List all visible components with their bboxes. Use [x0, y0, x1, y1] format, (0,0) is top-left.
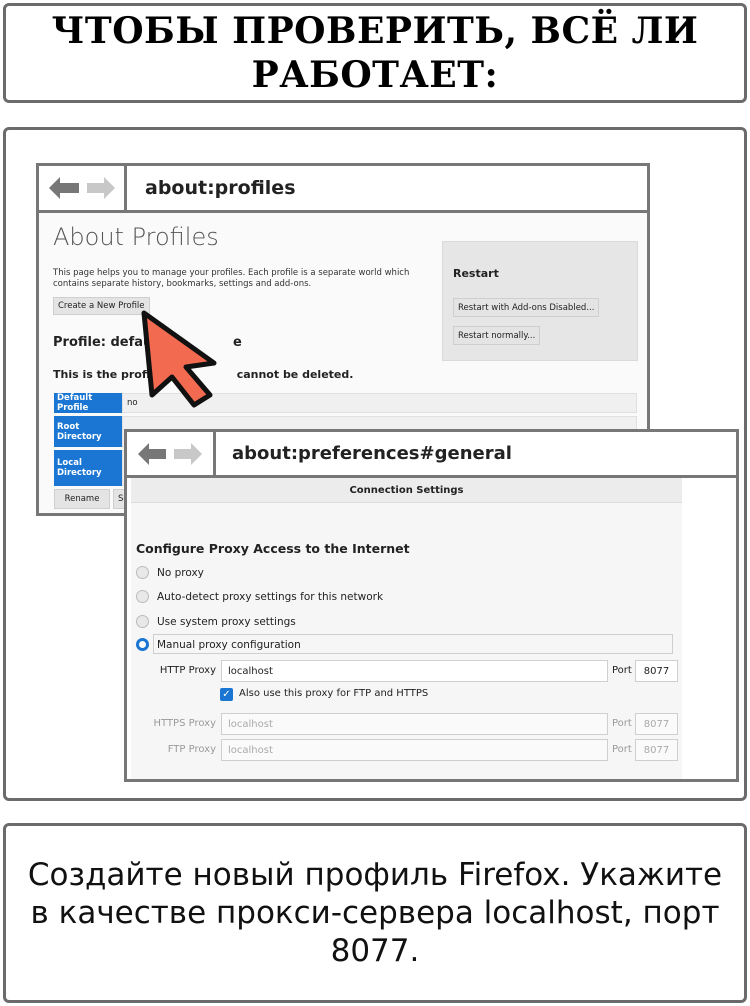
dialog-title: Connection Settings	[131, 478, 682, 503]
back-arrow-icon[interactable]	[138, 442, 168, 465]
profiles-toolbar: about:profiles	[39, 166, 647, 213]
default-profile-label: Default Profile	[54, 393, 122, 413]
about-profiles-heading: About Profiles	[53, 223, 219, 251]
radio-manual-proxy[interactable]: Manual proxy configuration	[136, 638, 301, 651]
title-line-1: ЧТОБЫ ПРОВЕРИТЬ, ВСЁ ЛИ	[51, 10, 699, 52]
connection-settings-dialog: Connection Settings Configure Proxy Acce…	[131, 478, 682, 779]
https-proxy-label: HTTPS Proxy	[153, 718, 216, 729]
radio-circle[interactable]	[136, 615, 149, 628]
profiles-description: This page helps you to manage your profi…	[53, 268, 410, 289]
page-title: ЧТОБЫ ПРОВЕРИТЬ, ВСЁ ЛИ РАБОТАЕТ:	[52, 9, 699, 97]
title-line-2: РАБОТАЕТ:	[251, 54, 499, 96]
mouse-pointer-icon	[141, 310, 217, 408]
restart-label: Restart	[453, 267, 499, 280]
radio-system-proxy[interactable]: Use system proxy settings	[136, 615, 296, 628]
ftp-port-label: Port	[612, 744, 632, 755]
restart-normally-button[interactable]: Restart normally...	[453, 326, 541, 345]
restart-addons-disabled-button[interactable]: Restart with Add-ons Disabled...	[453, 298, 600, 317]
http-port-input[interactable]: 8077	[635, 660, 678, 682]
rename-button[interactable]: Rename	[54, 489, 110, 509]
ftp-port-input[interactable]: 8077	[635, 739, 678, 761]
ftp-proxy-label: FTP Proxy	[167, 744, 216, 755]
http-proxy-input[interactable]: localhost	[221, 660, 608, 682]
radio-label: No proxy	[157, 566, 204, 579]
title-panel: ЧТОБЫ ПРОВЕРИТЬ, ВСЁ ЛИ РАБОТАЕТ:	[3, 3, 747, 103]
radio-label: Auto-detect proxy settings for this netw…	[157, 590, 384, 603]
caption-text: Создайте новый профиль Firefox. Укажите …	[28, 856, 722, 970]
https-proxy-input[interactable]: localhost	[221, 713, 608, 735]
http-port-label: Port	[612, 665, 632, 676]
radio-no-proxy[interactable]: No proxy	[136, 566, 204, 579]
nav-buttons	[39, 166, 127, 210]
preferences-window: about:preferences#general Connection Set…	[124, 429, 739, 782]
address-bar[interactable]: about:profiles	[145, 166, 296, 210]
restart-panel: Restart Restart with Add-ons Disabled...…	[442, 241, 638, 361]
caption-line-3: 8077.	[330, 933, 420, 969]
checkmark-icon[interactable]: ✓	[220, 688, 233, 701]
profile-note-end: cannot be deleted.	[236, 368, 354, 381]
http-proxy-label: HTTP Proxy	[159, 665, 216, 676]
https-port-input[interactable]: 8077	[635, 713, 678, 735]
radio-label: Use system proxy settings	[157, 615, 296, 628]
create-profile-button[interactable]: Create a New Profile	[53, 297, 150, 315]
back-arrow-icon[interactable]	[48, 177, 81, 199]
forward-arrow-icon[interactable]	[174, 442, 202, 465]
radio-circle[interactable]	[136, 566, 149, 579]
forward-arrow-icon[interactable]	[86, 177, 115, 199]
also-use-proxy-label: Also use this proxy for FTP and HTTPS	[239, 688, 429, 699]
preferences-toolbar: about:preferences#general	[127, 432, 736, 478]
radio-circle[interactable]	[136, 590, 149, 603]
address-bar[interactable]: about:preferences#general	[232, 432, 512, 475]
radio-circle-selected[interactable]	[136, 638, 149, 651]
proxy-section-title: Configure Proxy Access to the Internet	[136, 541, 410, 556]
profile-heading-tail: e	[232, 335, 242, 350]
root-directory-label: Root Directory	[54, 416, 122, 447]
caption-line-1: Создайте новый профиль Firefox. Укажите	[27, 857, 723, 893]
ftp-proxy-input[interactable]: localhost	[221, 739, 608, 761]
https-port-label: Port	[612, 718, 632, 729]
nav-buttons	[127, 432, 216, 475]
local-directory-label: Local Directory	[54, 450, 122, 486]
caption-line-2: в качестве прокси-сервера localhost, пор…	[30, 895, 720, 931]
radio-auto-detect[interactable]: Auto-detect proxy settings for this netw…	[136, 590, 383, 603]
radio-label: Manual proxy configuration	[157, 638, 301, 651]
caption-panel: Создайте новый профиль Firefox. Укажите …	[3, 823, 747, 1003]
